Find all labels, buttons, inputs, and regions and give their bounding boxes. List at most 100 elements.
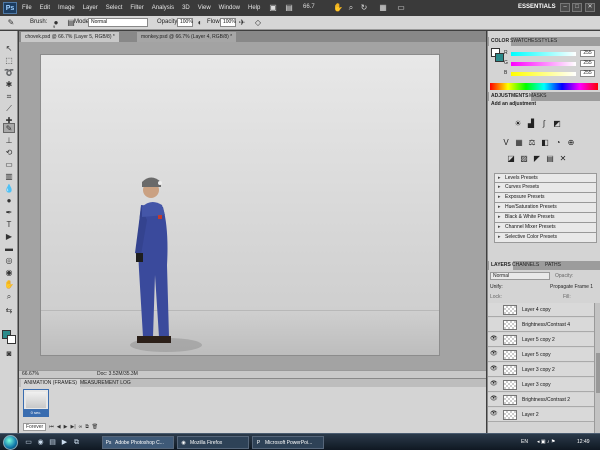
red-slider[interactable]: R 255 [504,50,600,57]
layer-row[interactable]: 👁 Layer 2 [488,408,594,422]
blue-slider[interactable]: B 255 [504,70,600,77]
visibility-eye-icon[interactable]: 👁 [490,396,498,403]
preset-curves[interactable]: Curves Presets [494,183,597,193]
tab-animation-frames[interactable]: ANIMATION (FRAMES) [21,379,80,387]
bridge-icon[interactable]: ▣ [268,3,278,13]
status-zoom[interactable]: 66.67% [22,371,39,378]
gradient-tool-icon[interactable]: ▥ [3,172,15,182]
menu-filter[interactable]: Filter [130,0,143,16]
visibility-eye-icon[interactable] [490,306,497,313]
scrollbar-thumb[interactable] [596,353,600,393]
visibility-eye-icon[interactable] [490,321,497,328]
task-photoshop[interactable]: Ps Adobe Photoshop C... [102,436,174,449]
preset-levels[interactable]: Levels Presets [494,173,597,183]
channel-mixer-icon[interactable]: ⊕ [566,138,576,148]
status-doc-size[interactable]: Doc: 3.52M/35.3M [97,371,138,378]
eraser-tool-icon[interactable]: ▭ [3,160,15,170]
quick-mask-icon[interactable]: ◙ [3,349,15,359]
tab-measurement-log[interactable]: MEASUREMENT LOG [77,379,134,387]
menu-layer[interactable]: Layer [83,0,98,16]
close-button[interactable]: ✕ [585,3,595,12]
pen-tool-icon[interactable]: ✒ [3,208,15,218]
dodge-tool-icon[interactable]: ● [3,196,15,206]
color-spectrum[interactable] [490,83,598,90]
duplicate-frame-icon[interactable]: ⧉ [85,424,89,430]
levels-icon[interactable]: ▟ [526,119,536,129]
screen-mode-icon[interactable]: ▭ [396,3,406,13]
tray-icons[interactable]: ◂ ▣ ♪ ⚑ [537,436,555,449]
exposure-icon[interactable]: ◩ [552,119,562,129]
task-powerpoint[interactable]: P Microsoft PowerPoi... [252,436,324,449]
gradient-map-icon[interactable]: ▤ [545,154,555,164]
move-tool-icon[interactable]: ↖ [3,44,15,54]
hand-tool-icon[interactable]: ✋ [3,280,15,290]
black-white-icon[interactable]: ◧ [540,138,550,148]
next-frame-icon[interactable]: ▶| [70,424,75,430]
preset-hue-saturation[interactable]: Hue/Saturation Presets [494,203,597,213]
blue-value[interactable]: 255 [580,70,595,77]
menu-analysis[interactable]: Analysis [152,0,174,16]
frame-delay[interactable]: 0 sec. [24,409,48,416]
menu-image[interactable]: Image [58,0,75,16]
delete-frame-icon[interactable]: 🗑 [92,424,98,430]
path-selection-tool-icon[interactable]: ▶ [3,232,15,242]
color-balance-icon[interactable]: ⚖ [527,138,537,148]
tablet-pressure-icon[interactable]: ◇ [253,18,263,28]
menu-edit[interactable]: Edit [40,0,50,16]
zoom-level[interactable]: 66.7 [303,4,315,10]
visibility-eye-icon[interactable]: 👁 [490,366,498,373]
preset-channel-mixer[interactable]: Channel Mixer Presets [494,223,597,233]
workspace-switcher[interactable]: ESSENTIALS [518,4,556,10]
background-color-swatch[interactable] [7,335,16,344]
tab-adjustments[interactable]: ADJUSTMENTS [489,92,531,101]
rotate-view-icon[interactable]: ↻ [359,3,369,13]
layer-row[interactable]: 👁 Layer 5 copy [488,348,594,362]
image-canvas[interactable] [41,55,439,355]
layer-row[interactable]: Layer 4 copy [488,303,594,317]
layer-row[interactable]: Brightness/Contrast 4 [488,318,594,332]
animation-frame-1[interactable]: 0 sec. [23,389,49,417]
first-frame-icon[interactable]: ⏮ [49,424,54,430]
menu-select[interactable]: Select [106,0,123,16]
firefox-quick-launch-icon[interactable]: ◉ [36,438,45,447]
opacity-field[interactable]: 100% [177,18,193,27]
propagate-frame-checkbox[interactable]: Propagate Frame 1 [550,284,593,290]
preset-exposure[interactable]: Exposure Presets [494,193,597,203]
arrange-documents-icon[interactable]: ▦ [378,3,388,13]
visibility-eye-icon[interactable]: 👁 [490,381,498,388]
3d-rotate-tool-icon[interactable]: ◎ [3,256,15,266]
clock[interactable]: 12:49 [577,436,590,449]
preset-black-white[interactable]: Black & White Presets [494,213,597,223]
explorer-quick-launch-icon[interactable]: ▤ [48,438,57,447]
marquee-tool-icon[interactable]: ⬚ [3,56,15,66]
selective-color-icon[interactable]: ✕ [558,154,568,164]
tab-monkey[interactable]: monkey.psd @ 66.7% (Layer 4, RGB/8) * [137,32,237,42]
maximize-button[interactable]: □ [572,3,582,12]
switch-windows-icon[interactable]: ⧉ [72,438,81,447]
visibility-eye-icon[interactable]: 👁 [490,336,498,343]
posterize-icon[interactable]: ▨ [519,154,529,164]
clone-stamp-tool-icon[interactable]: ⊥ [3,136,15,146]
loop-select[interactable]: Forever [23,423,47,431]
lasso-tool-icon[interactable]: ➰ [3,68,15,78]
layer-row[interactable]: 👁 Layer 3 copy [488,378,594,392]
play-icon[interactable]: ▶ [64,424,68,430]
menu-window[interactable]: Window [219,0,240,16]
3d-orbit-tool-icon[interactable]: ◉ [3,268,15,278]
green-value[interactable]: 255 [580,60,595,67]
layer-row[interactable]: 👁 Layer 5 copy 2 [488,333,594,347]
invert-icon[interactable]: ◪ [506,154,516,164]
brush-tool-icon[interactable]: ✎ [6,18,16,28]
menu-file[interactable]: File [22,0,32,16]
minimize-button[interactable]: – [560,3,570,12]
menu-3d[interactable]: 3D [182,0,190,16]
tab-masks[interactable]: MASKS [527,92,549,101]
mini-bridge-icon[interactable]: ▤ [284,3,294,13]
airbrush-icon[interactable]: ✈ [237,18,247,28]
hand-tool-icon[interactable]: ✋ [333,3,343,13]
tab-paths[interactable]: PATHS [543,261,563,270]
show-desktop-icon[interactable]: ▭ [24,438,33,447]
color-panel-foreground-swatch[interactable] [495,53,504,62]
tab-channels[interactable]: CHANNELS [510,261,541,270]
mode-select[interactable]: Normal [88,18,148,27]
